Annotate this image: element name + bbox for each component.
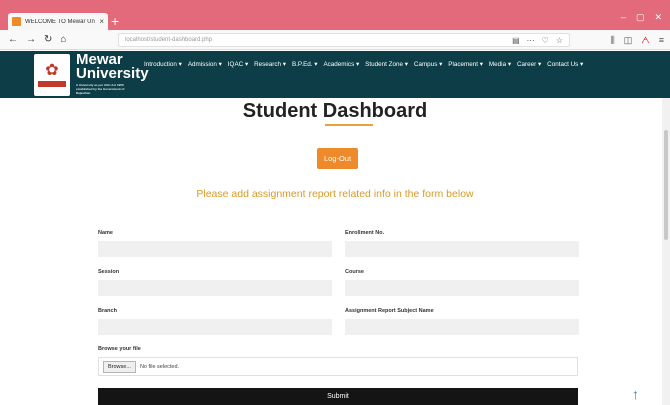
home-icon[interactable]: ⌂ bbox=[60, 30, 66, 50]
nav-placement[interactable]: Placement ▾ bbox=[448, 61, 483, 68]
course-input[interactable] bbox=[345, 280, 579, 296]
main-nav: Introduction ▾ Admission ▾ IQAC ▾ Resear… bbox=[144, 61, 583, 68]
nav-admission[interactable]: Admission ▾ bbox=[188, 61, 222, 68]
scrollbar-thumb[interactable] bbox=[664, 130, 668, 240]
nav-contact-us[interactable]: Contact Us ▾ bbox=[547, 61, 583, 68]
more-icon[interactable]: ⋯ bbox=[527, 36, 535, 45]
menu-icon[interactable]: ≡ bbox=[659, 30, 664, 50]
branch-label: Branch bbox=[98, 308, 117, 314]
reload-icon[interactable]: ↻ bbox=[44, 30, 52, 50]
brand-tagline: A University as per UGC Act 1956 establi… bbox=[76, 83, 125, 95]
pocket-icon[interactable]: ♡ bbox=[542, 36, 549, 45]
session-input[interactable] bbox=[98, 280, 332, 296]
page-title: Student Dashboard bbox=[242, 100, 428, 122]
branch-input[interactable] bbox=[98, 319, 332, 335]
url-bar[interactable]: localhost/student-dashboard.php ▤ ⋯ ♡ ☆ bbox=[118, 33, 570, 47]
close-window-icon[interactable]: ✕ bbox=[654, 12, 662, 23]
close-tab-icon[interactable]: × bbox=[99, 17, 104, 26]
enrollment-input[interactable] bbox=[345, 241, 579, 257]
minimize-icon[interactable]: – bbox=[621, 12, 626, 23]
subject-name-input[interactable] bbox=[345, 319, 579, 335]
new-tab-button[interactable]: + bbox=[111, 12, 119, 30]
tab-title: WELCOME TO Mewar Univers bbox=[25, 18, 96, 25]
maximize-icon[interactable]: ▢ bbox=[636, 12, 645, 23]
logo-banner bbox=[38, 81, 66, 87]
form-heading: Please add assignment report related inf… bbox=[196, 188, 474, 200]
back-icon[interactable]: ← bbox=[8, 30, 18, 50]
course-label: Course bbox=[345, 269, 364, 275]
file-input[interactable]: Browse... No file selected. bbox=[98, 357, 578, 376]
nav-introduction[interactable]: Introduction ▾ bbox=[144, 61, 182, 68]
reader-view-icon[interactable]: ▤ bbox=[512, 36, 520, 45]
file-label: Browse your file bbox=[98, 346, 141, 352]
nav-iqac[interactable]: IQAC ▾ bbox=[228, 61, 248, 68]
nav-media[interactable]: Media ▾ bbox=[489, 61, 511, 68]
browser-tab[interactable]: WELCOME TO Mewar Univers × bbox=[8, 13, 108, 30]
browser-toolbar: ← → ↻ ⌂ localhost/student-dashboard.php … bbox=[0, 30, 670, 50]
submit-button[interactable]: Submit bbox=[98, 388, 578, 405]
brand-name[interactable]: Mewar University A University as per UGC… bbox=[76, 52, 149, 95]
sidebar-icon[interactable]: ◫ bbox=[624, 30, 633, 50]
browser-tab-bar: WELCOME TO Mewar Univers × + – ▢ ✕ bbox=[0, 0, 670, 30]
browse-button[interactable]: Browse... bbox=[103, 360, 136, 373]
url-text[interactable]: localhost/student-dashboard.php bbox=[125, 37, 512, 43]
library-icon[interactable]: ⫼ bbox=[611, 30, 615, 50]
university-logo[interactable]: ✿ bbox=[34, 54, 70, 96]
session-label: Session bbox=[98, 269, 120, 275]
nav-bped[interactable]: B.P.Ed. ▾ bbox=[292, 61, 317, 68]
window-controls: – ▢ ✕ bbox=[621, 12, 662, 23]
name-input[interactable] bbox=[98, 241, 332, 257]
lotus-icon: ✿ bbox=[45, 62, 59, 79]
bookmark-star-icon[interactable]: ☆ bbox=[556, 36, 563, 45]
enrollment-label: Enrollment No. bbox=[345, 230, 385, 236]
file-status: No file selected. bbox=[139, 363, 180, 370]
nav-academics[interactable]: Academics ▾ bbox=[323, 61, 359, 68]
site-header: ✿ Mewar University A University as per U… bbox=[0, 51, 670, 98]
favicon-icon bbox=[12, 17, 21, 26]
nav-career[interactable]: Career ▾ bbox=[517, 61, 541, 68]
nav-campus[interactable]: Campus ▾ bbox=[414, 61, 442, 68]
subject-name-label: Assignment Report Subject Name bbox=[345, 308, 434, 314]
extension-icon[interactable]: ᗅ bbox=[641, 30, 649, 50]
logout-button[interactable]: Log-Out bbox=[317, 148, 358, 169]
forward-icon[interactable]: → bbox=[26, 30, 36, 50]
nav-student-zone[interactable]: Student Zone ▾ bbox=[365, 61, 408, 68]
title-underline bbox=[325, 124, 373, 126]
scroll-to-top-icon[interactable]: ↑ bbox=[632, 386, 639, 402]
name-label: Name bbox=[98, 230, 113, 236]
nav-research[interactable]: Research ▾ bbox=[254, 61, 286, 68]
